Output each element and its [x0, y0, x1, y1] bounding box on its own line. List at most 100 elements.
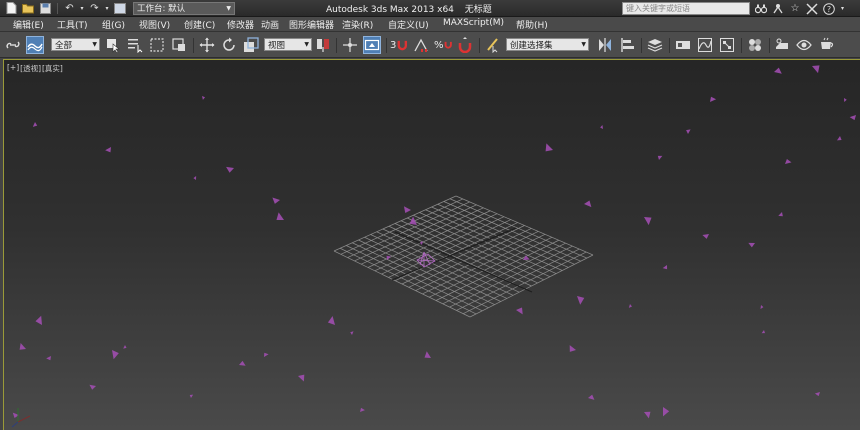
particle-shard	[193, 175, 197, 180]
save-icon[interactable]	[38, 1, 53, 15]
select-by-name-icon[interactable]	[126, 36, 144, 54]
search-placeholder: 键入关键字或短语	[626, 4, 690, 13]
new-icon[interactable]	[4, 1, 19, 15]
align-icon[interactable]	[618, 36, 636, 54]
particle-shard	[760, 305, 764, 309]
bind-space-warp-icon[interactable]	[26, 36, 44, 54]
graphite-ribbon-icon[interactable]	[674, 36, 692, 54]
particle-shard	[123, 345, 127, 349]
menu-tools[interactable]: 工具(T)	[57, 18, 88, 31]
help-dropdown-icon[interactable]: ▾	[839, 2, 846, 16]
menu-bar: 编辑(E) 工具(T) 组(G) 视图(V) 创建(C) 修改器 动画 图形编辑…	[0, 17, 860, 32]
menu-group[interactable]: 组(G)	[102, 18, 125, 31]
particle-shard	[202, 96, 205, 100]
particle-shard	[644, 217, 652, 226]
particle-shard	[105, 147, 111, 153]
file-name: 无标题	[464, 5, 492, 15]
quick-access-toolbar: ↶ ▾ ↷ ▾ 工作台: 默认 ▼	[0, 0, 235, 17]
particle-shard	[702, 234, 709, 239]
particle-shard	[584, 200, 592, 208]
render-setup-icon[interactable]	[773, 36, 791, 54]
redo-icon[interactable]: ↷	[87, 1, 102, 15]
particle-shard	[628, 304, 632, 308]
particle-shard	[588, 394, 595, 400]
selection-filter-dropdown[interactable]: 全部 ▼	[51, 38, 100, 51]
particle-shard	[89, 384, 96, 390]
manipulate-icon[interactable]	[341, 36, 359, 54]
window-crossing-icon[interactable]	[170, 36, 188, 54]
rectangular-selection-icon[interactable]	[148, 36, 166, 54]
chevron-down-icon: ▼	[304, 41, 309, 48]
home-grid	[333, 195, 594, 318]
menu-animation[interactable]: 动画	[261, 18, 279, 31]
undo-icon[interactable]: ↶	[62, 1, 77, 15]
open-icon[interactable]	[21, 1, 36, 15]
particle-shard	[710, 96, 717, 102]
menu-create[interactable]: 创建(C)	[184, 18, 215, 31]
particle-shard	[403, 206, 411, 213]
move-icon[interactable]	[198, 36, 216, 54]
named-selection-dropdown[interactable]: 创建选择集 ▼	[506, 38, 589, 51]
menu-rendering[interactable]: 渲染(R)	[342, 18, 373, 31]
schematic-view-icon[interactable]	[718, 36, 736, 54]
particle-shard	[298, 374, 305, 382]
angle-snap-icon[interactable]	[412, 36, 430, 54]
rotate-icon[interactable]	[220, 36, 238, 54]
link-icon[interactable]	[4, 36, 22, 54]
pivot-center-icon[interactable]	[314, 36, 332, 54]
workspace-dropdown[interactable]: 工作台: 默认 ▼	[133, 1, 235, 15]
menu-edit[interactable]: 编辑(E)	[13, 18, 44, 31]
project-icon[interactable]	[112, 1, 127, 15]
spinner-snap-icon[interactable]	[456, 36, 474, 54]
particle-shard	[662, 265, 668, 270]
particle-shard	[276, 212, 284, 221]
signin-icon[interactable]	[771, 2, 785, 16]
mirror-icon[interactable]	[596, 36, 614, 54]
particle-shard	[360, 407, 365, 412]
particle-shard	[35, 315, 42, 325]
search-input[interactable]: 键入关键字或短语	[622, 2, 750, 15]
percent-snap-icon[interactable]: %	[434, 36, 452, 54]
curve-editor-icon[interactable]	[696, 36, 714, 54]
app-title: Autodesk 3ds Max 2013 x64 无标题	[326, 2, 500, 15]
menu-maxscript[interactable]: MAXScript(M)	[443, 18, 504, 28]
particle-shard	[577, 296, 585, 305]
redo-dropdown-icon[interactable]: ▾	[104, 1, 110, 15]
render-production-icon[interactable]	[817, 36, 835, 54]
perspective-viewport[interactable]: [+] [透视] [真实]	[3, 59, 860, 430]
menu-help[interactable]: 帮助(H)	[516, 18, 548, 31]
viewport-scene	[11, 65, 856, 428]
menu-views[interactable]: 视图(V)	[139, 18, 170, 31]
snap-toggle-icon[interactable]: 3	[390, 36, 408, 54]
layer-manager-icon[interactable]	[646, 36, 664, 54]
help-icon[interactable]: ?	[822, 2, 836, 16]
menu-modifiers[interactable]: 修改器	[227, 18, 254, 31]
selection-filter-value: 全部	[55, 40, 73, 51]
particle-shard	[686, 129, 691, 134]
main-toolbar: 全部 ▼ 视图 ▼ 3 % 创建选择集 ▼	[0, 32, 860, 58]
chevron-down-icon: ▼	[226, 4, 231, 12]
particle-shard	[569, 345, 576, 352]
reference-coordinate-dropdown[interactable]: 视图 ▼	[264, 38, 312, 51]
particle-shard	[657, 155, 663, 160]
particle-shard	[837, 136, 842, 141]
binoculars-icon[interactable]	[754, 2, 768, 16]
particle-shard	[778, 212, 783, 217]
particle-shard	[774, 67, 782, 74]
edit-named-selection-icon[interactable]	[484, 36, 502, 54]
particle-shard	[812, 65, 820, 74]
select-object-icon[interactable]	[104, 36, 122, 54]
menu-customize[interactable]: 自定义(U)	[388, 18, 429, 31]
material-editor-icon[interactable]	[746, 36, 764, 54]
undo-dropdown-icon[interactable]: ▾	[79, 1, 85, 15]
star-icon[interactable]: ☆	[788, 2, 802, 16]
keyboard-shortcut-override-icon[interactable]	[363, 36, 381, 54]
snap-toggle-label: 3	[390, 39, 397, 51]
title-bar: ↶ ▾ ↷ ▾ 工作台: 默认 ▼ Autodesk 3ds Max 2013 …	[0, 0, 860, 17]
menu-graph-editors[interactable]: 图形编辑器	[289, 18, 334, 31]
rendered-frame-window-icon[interactable]	[795, 36, 813, 54]
particle-shard	[46, 356, 51, 361]
svg-text:?: ?	[827, 5, 831, 14]
exchange-icon[interactable]	[805, 2, 819, 16]
scale-icon[interactable]	[242, 36, 260, 54]
